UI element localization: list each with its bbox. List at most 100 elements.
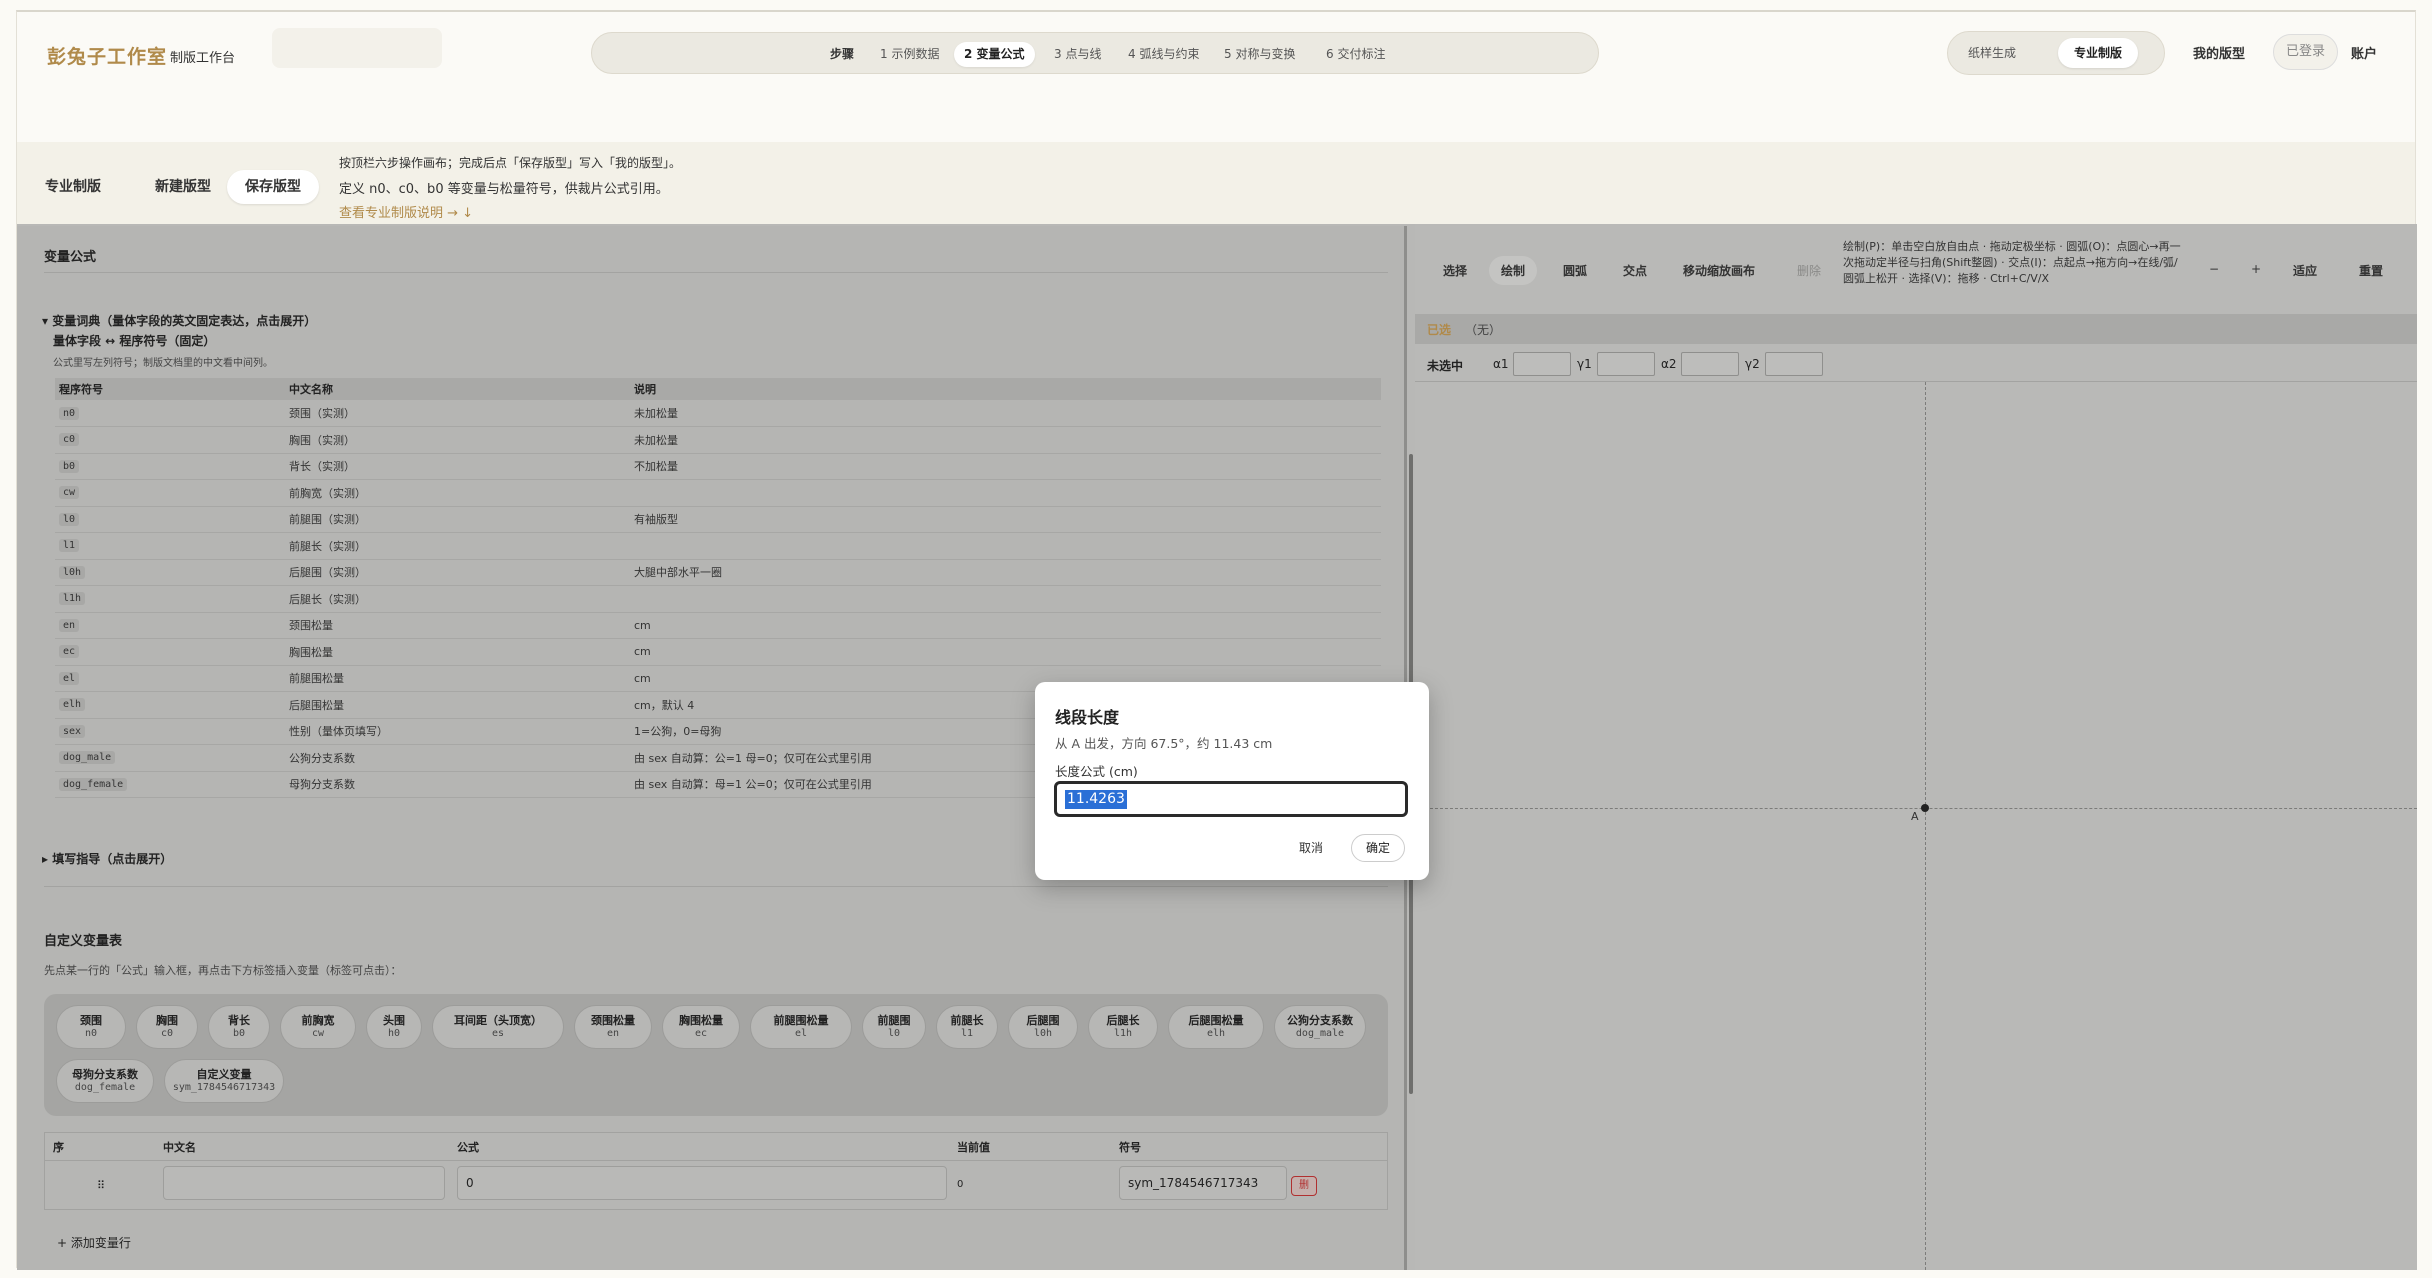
fit-button[interactable]: 适应 <box>2281 256 2329 285</box>
panel-title: 变量公式 <box>44 250 97 265</box>
tool-delete-button[interactable]: 删除 <box>1785 256 1833 285</box>
zoom-out-button[interactable]: − <box>2197 256 2231 282</box>
table-row: l0 前腿围（实测） 有袖版型 <box>55 506 1381 533</box>
variable-chip[interactable]: 颈围 n0 <box>56 1005 126 1049</box>
confirm-button[interactable]: 确定 <box>1351 834 1406 862</box>
chip-code: l0 <box>887 1028 901 1039</box>
cell-note: 未加松量 <box>630 426 1381 454</box>
cell-symbol: l0 <box>55 506 285 533</box>
variable-chip[interactable]: 自定义变量 sym_1784546717343 <box>164 1059 284 1103</box>
dictionary-description: 公式里写左列符号；制版文档里的中文看中间列。 <box>53 358 273 369</box>
dictionary-toggle[interactable]: ▾ 变量词典（量体字段的英文固定表达，点击展开） <box>42 312 316 329</box>
variable-chip[interactable]: 公狗分支系数 dog_male <box>1274 1005 1366 1049</box>
variable-chip[interactable]: 颈围松量 en <box>574 1005 652 1049</box>
column-header-name: 中文名称 <box>285 378 630 400</box>
variable-chip[interactable]: 母狗分支系数 dog_female <box>56 1059 154 1103</box>
table-row: l1 前腿长（实测） <box>55 532 1381 560</box>
symbol-code: l1 <box>59 539 80 553</box>
cancel-button[interactable]: 取消 <box>1285 834 1337 862</box>
step-4-arcs-constraints[interactable]: 4 弧线与约束 <box>1118 42 1209 67</box>
drawing-canvas[interactable]: A <box>1415 381 2417 1270</box>
account-link[interactable]: 账户 <box>2351 43 2377 62</box>
custom-variables-title: 自定义变量表 <box>44 934 123 949</box>
variable-chip[interactable]: 前腿围 l0 <box>862 1005 926 1049</box>
cell-symbol: l0h <box>55 559 285 586</box>
chip-code: n0 <box>84 1028 98 1039</box>
step-3-points-lines[interactable]: 3 点与线 <box>1044 42 1111 67</box>
tool-arc-button[interactable]: 圆弧 <box>1551 256 1599 285</box>
cell-symbol: elh <box>55 691 285 719</box>
symbol-input[interactable]: sym_1784546717343 <box>1119 1166 1287 1200</box>
table-row: cw 前胸宽（实测） <box>55 479 1381 507</box>
dictionary-subtitle: 量体字段 ↔ 程序符号（固定） <box>53 334 216 348</box>
tool-select-button[interactable]: 选择 <box>1431 256 1479 285</box>
save-pattern-button[interactable]: 保存版型 <box>227 170 319 204</box>
chip-label: 前腿长 <box>950 1014 984 1027</box>
delete-row-button[interactable]: 删 <box>1291 1176 1317 1196</box>
cell-symbol: sex <box>55 718 285 745</box>
variable-chip[interactable]: 耳间距（头顶宽） es <box>432 1005 564 1049</box>
chip-label: 头围 <box>383 1014 405 1027</box>
chip-label: 母狗分支系数 <box>72 1068 138 1081</box>
selection-bar <box>1415 314 2417 344</box>
variable-chip[interactable]: 后腿围 l0h <box>1008 1005 1078 1049</box>
table-row: l0h 后腿围（实测） 大腿中部水平一圈 <box>55 559 1381 586</box>
mode-paper-generate[interactable]: 纸样生成 <box>1952 38 2032 68</box>
tool-draw-button[interactable]: 绘制 <box>1489 256 1538 285</box>
zoom-in-button[interactable]: + <box>2239 256 2273 282</box>
variable-chip[interactable]: 胸围 c0 <box>136 1005 198 1049</box>
chip-code: dog_male <box>1295 1028 1345 1039</box>
drag-handle-icon[interactable]: ⠿ <box>97 1179 105 1192</box>
step-6-delivery-notes[interactable]: 6 交付标注 <box>1316 42 1395 67</box>
chip-code: cw <box>311 1028 325 1039</box>
variable-chip[interactable]: 前腿长 l1 <box>936 1005 998 1049</box>
cell-name: 前腿长（实测） <box>285 532 630 560</box>
variable-chip[interactable]: 胸围松量 ec <box>662 1005 740 1049</box>
cell-symbol: dog_male <box>55 744 285 772</box>
variable-chip[interactable]: 后腿围松量 elh <box>1168 1005 1264 1049</box>
step-1-example-data[interactable]: 1 示例数据 <box>870 42 949 67</box>
alpha1-input[interactable] <box>1513 352 1571 376</box>
variable-chip[interactable]: 头围 h0 <box>366 1005 422 1049</box>
tool-intersection-button[interactable]: 交点 <box>1611 256 1659 285</box>
app-window: 彭兔子工作室 制版工作台 步骤 1 示例数据 2 变量公式 3 点与线 4 弧线… <box>16 10 2417 1270</box>
login-status[interactable]: 已登录 <box>2273 34 2339 70</box>
column-header-symbol: 符号 <box>1119 1141 1141 1154</box>
cell-name: 后腿围松量 <box>285 691 630 719</box>
alpha2-input[interactable] <box>1681 352 1739 376</box>
gamma1-label: γ1 <box>1577 357 1592 371</box>
column-header-formula: 公式 <box>457 1141 479 1154</box>
variable-chip[interactable]: 前腿围松量 el <box>750 1005 852 1049</box>
my-patterns-link[interactable]: 我的版型 <box>2193 43 2245 62</box>
chip-label: 后腿围 <box>1026 1014 1060 1027</box>
chip-code: l1 <box>960 1028 974 1039</box>
cell-symbol: dog_female <box>55 771 285 798</box>
mode-pro-drafting[interactable]: 专业制版 <box>2058 38 2139 68</box>
formula-input[interactable]: 0 <box>457 1166 947 1200</box>
canvas-panel: 选择 绘制 圆弧 交点 移动缩放画布 删除 绘制(P)：单击空白放自由点 · 拖… <box>1415 224 2417 1270</box>
reset-button[interactable]: 重置 <box>2347 256 2395 285</box>
cn-name-input[interactable] <box>163 1166 445 1200</box>
tab-new-pattern[interactable]: 新建版型 <box>137 170 229 204</box>
guide-toggle[interactable]: ▸ 填写指导（点击展开） <box>42 850 172 867</box>
cell-symbol: l1h <box>55 585 285 613</box>
help-link[interactable]: 查看专业制版说明 → ↓ <box>339 202 473 221</box>
gamma1-input[interactable] <box>1597 352 1655 376</box>
variable-chip[interactable]: 前胸宽 cw <box>280 1005 356 1049</box>
symbol-code: l0 <box>59 512 80 526</box>
chip-label: 胸围 <box>156 1014 178 1027</box>
cell-name: 胸围松量 <box>285 638 630 666</box>
brand-name[interactable]: 彭兔子工作室 <box>47 42 167 69</box>
variable-chip[interactable]: 背长 b0 <box>208 1005 270 1049</box>
step-nav: 步骤 1 示例数据 2 变量公式 3 点与线 4 弧线与约束 5 对称与变换 6… <box>591 32 1599 74</box>
origin-point[interactable] <box>1921 804 1929 812</box>
step-5-symmetry-transform[interactable]: 5 对称与变换 <box>1214 42 1305 67</box>
gamma2-input[interactable] <box>1765 352 1823 376</box>
variable-chip[interactable]: 后腿长 l1h <box>1088 1005 1158 1049</box>
symbol-code: sex <box>59 724 86 738</box>
step-2-variables[interactable]: 2 变量公式 <box>954 42 1035 67</box>
add-variable-row-button[interactable]: + 添加变量行 <box>57 1234 131 1251</box>
tab-pro-drafting[interactable]: 专业制版 <box>27 170 119 204</box>
length-formula-value[interactable]: 11.4263 <box>1065 790 1127 809</box>
tool-pan-zoom-button[interactable]: 移动缩放画布 <box>1671 256 1767 285</box>
